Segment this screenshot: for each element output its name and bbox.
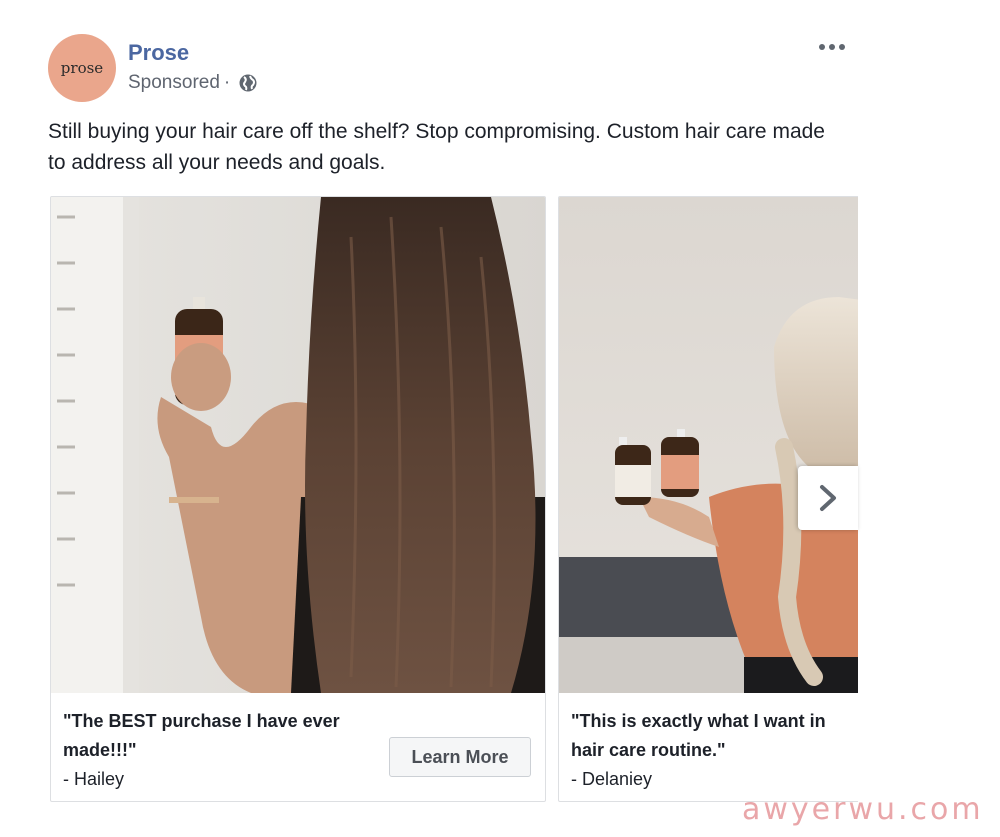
avatar-logo-text: prose — [60, 59, 104, 77]
chevron-right-icon — [820, 485, 836, 511]
card-1-author: - Hailey — [63, 769, 125, 789]
learn-more-button[interactable]: Learn More — [389, 737, 531, 777]
globe-icon[interactable] — [238, 73, 258, 93]
card-2-author: - Delaniey — [571, 769, 653, 789]
prose-logo-icon[interactable]: prose — [48, 34, 116, 102]
post-text: Still buying your hair care off the shel… — [48, 120, 825, 174]
card-2-caption: "This is exactly what I want in hair car… — [571, 711, 826, 760]
carousel-card-1[interactable]: "The BEST purchase I have ever made!!!" … — [50, 196, 546, 802]
carousel-next-button[interactable] — [798, 466, 858, 530]
sponsored-label[interactable]: Sponsored — [128, 72, 220, 94]
watermark: awyerwu.com — [742, 792, 984, 827]
post-meta: Sponsored · — [128, 72, 258, 94]
card-2-photo[interactable] — [559, 197, 858, 693]
more-options-icon[interactable] — [816, 36, 848, 58]
carousel[interactable]: "The BEST purchase I have ever made!!!" … — [48, 196, 858, 804]
meta-separator: · — [223, 72, 231, 93]
page-name-link[interactable]: Prose — [128, 40, 189, 66]
card-1-photo[interactable] — [51, 197, 545, 693]
card-1-caption: "The BEST purchase I have ever made!!!" — [63, 711, 340, 760]
